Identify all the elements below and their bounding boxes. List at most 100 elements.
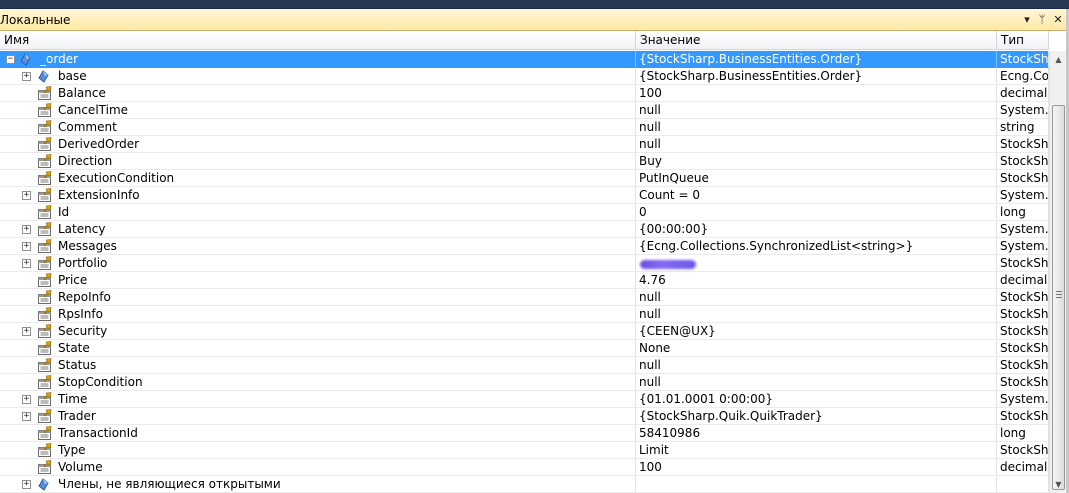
pin-icon[interactable]: ᛘ xyxy=(1035,12,1049,27)
table-row[interactable]: Status nullStockSha xyxy=(0,357,1049,374)
name-cell[interactable]: + Члены, не являющиеся открытыми xyxy=(0,476,636,493)
expand-icon[interactable]: + xyxy=(22,412,31,421)
value-cell[interactable]: {StockSharp.BusinessEntities.Order} xyxy=(636,68,997,85)
table-row[interactable]: Comment null string xyxy=(0,119,1049,136)
value-cell[interactable]: null xyxy=(636,119,997,136)
value-cell[interactable]: {StockSharp.BusinessEntities.Order} xyxy=(636,51,997,68)
table-row[interactable]: + Latency {00:00:00}System.T xyxy=(0,221,1049,238)
name-cell[interactable]: DerivedOrder xyxy=(0,136,636,153)
table-row[interactable]: CancelTime nullSystem.D xyxy=(0,102,1049,119)
name-cell[interactable]: + Portfolio xyxy=(0,255,636,272)
table-row[interactable]: + Trader {StockSharp.Quik.QuikTrader} Stock… xyxy=(0,408,1049,425)
name-cell[interactable]: State xyxy=(0,340,636,357)
name-cell[interactable]: Id xyxy=(0,204,636,221)
table-row[interactable]: + Security {CEEN@UX}StockSha xyxy=(0,323,1049,340)
value-cell[interactable]: null xyxy=(636,102,997,119)
name-cell[interactable]: + Trader xyxy=(0,408,636,425)
name-cell[interactable]: Balance xyxy=(0,85,636,102)
table-row[interactable]: Price 4.76 decimal xyxy=(0,272,1049,289)
value-cell[interactable]: 100 xyxy=(636,459,997,476)
name-cell[interactable]: Price xyxy=(0,272,636,289)
name-cell[interactable]: + base xyxy=(0,68,636,85)
table-row[interactable]: Volume 100 decimal xyxy=(0,459,1049,476)
table-row[interactable]: + Portfolio StockSha xyxy=(0,255,1049,272)
table-row[interactable]: − _order {StockSharp.BusinessEntities.Orde… xyxy=(0,51,1049,68)
collapse-icon[interactable]: − xyxy=(6,55,15,64)
name-cell[interactable]: CancelTime xyxy=(0,102,636,119)
table-row[interactable]: StopCondition nullStockSha xyxy=(0,374,1049,391)
table-row[interactable]: ExecutionCondition PutInQueueStockSha xyxy=(0,170,1049,187)
table-row[interactable]: + Messages {Ecng.Collections.SynchronizedL… xyxy=(0,238,1049,255)
table-row[interactable]: DerivedOrder nullStockSha xyxy=(0,136,1049,153)
column-header-name[interactable]: Имя xyxy=(0,31,636,50)
expand-icon[interactable]: + xyxy=(22,480,31,489)
table-row[interactable]: + Time {01.01.0001 0:00:00}System.D xyxy=(0,391,1049,408)
vertical-scrollbar[interactable]: ▲ ▼ xyxy=(1049,51,1066,493)
expand-icon[interactable]: + xyxy=(22,242,31,251)
table-row[interactable]: + Члены, не являющиеся открытыми xyxy=(0,476,1049,493)
name-cell[interactable]: + Messages xyxy=(0,238,636,255)
table-row[interactable]: Type LimitStockSha xyxy=(0,442,1049,459)
table-row[interactable]: State NoneStockSha xyxy=(0,340,1049,357)
name-cell[interactable]: + ExtensionInfo xyxy=(0,187,636,204)
name-cell[interactable]: TransactionId xyxy=(0,425,636,442)
table-row[interactable]: Direction BuyStockSha xyxy=(0,153,1049,170)
type-cell: long xyxy=(997,204,1049,221)
table-row[interactable]: RpsInfo nullStockSha xyxy=(0,306,1049,323)
value-cell[interactable]: null xyxy=(636,136,997,153)
name-cell[interactable]: Status xyxy=(0,357,636,374)
column-header-value[interactable]: Значение xyxy=(636,31,997,50)
name-cell[interactable]: + Time xyxy=(0,391,636,408)
expand-icon[interactable]: + xyxy=(22,225,31,234)
column-header-type[interactable]: Тип xyxy=(997,31,1049,50)
value-cell[interactable]: Buy xyxy=(636,153,997,170)
value-cell[interactable]: 0 xyxy=(636,204,997,221)
table-row[interactable]: TransactionId 58410986 long xyxy=(0,425,1049,442)
dropdown-icon[interactable]: ▾ xyxy=(1020,12,1034,27)
type-cell: Ecng.Co xyxy=(997,68,1049,85)
value-cell[interactable] xyxy=(636,476,997,493)
expand-icon[interactable]: + xyxy=(22,259,31,268)
name-cell[interactable]: + Security xyxy=(0,323,636,340)
value-cell[interactable]: {StockSharp.Quik.QuikTrader} xyxy=(636,408,997,425)
table-row[interactable]: + ExtensionInfo Count = 0System.C xyxy=(0,187,1049,204)
value-cell[interactable]: {00:00:00} xyxy=(636,221,997,238)
name-cell[interactable]: − _order xyxy=(0,51,636,68)
expand-icon[interactable]: + xyxy=(22,72,31,81)
scroll-thumb[interactable] xyxy=(1052,105,1065,490)
name-cell[interactable]: Comment xyxy=(0,119,636,136)
value-cell[interactable]: 100 xyxy=(636,85,997,102)
scroll-up-icon[interactable]: ▲ xyxy=(1050,51,1067,68)
property-icon xyxy=(37,205,53,220)
name-cell[interactable]: Type xyxy=(0,442,636,459)
name-cell[interactable]: RpsInfo xyxy=(0,306,636,323)
name-cell[interactable]: + Latency xyxy=(0,221,636,238)
name-cell[interactable]: Direction xyxy=(0,153,636,170)
name-cell[interactable]: RepoInfo xyxy=(0,289,636,306)
expand-icon[interactable]: + xyxy=(22,395,31,404)
value-cell[interactable]: null xyxy=(636,357,997,374)
close-icon[interactable]: ✕ xyxy=(1051,12,1065,27)
value-cell[interactable]: null xyxy=(636,306,997,323)
value-cell[interactable]: Limit xyxy=(636,442,997,459)
value-cell[interactable]: PutInQueue xyxy=(636,170,997,187)
expand-icon[interactable]: + xyxy=(22,327,31,336)
name-cell[interactable]: ExecutionCondition xyxy=(0,170,636,187)
table-row[interactable]: Balance 100 decimal xyxy=(0,85,1049,102)
value-cell[interactable]: Count = 0 xyxy=(636,187,997,204)
table-row[interactable]: RepoInfo nullStockSha xyxy=(0,289,1049,306)
table-row[interactable]: Id 0 long xyxy=(0,204,1049,221)
expand-icon[interactable]: + xyxy=(22,191,31,200)
name-cell[interactable]: StopCondition xyxy=(0,374,636,391)
value-cell[interactable]: {01.01.0001 0:00:00} xyxy=(636,391,997,408)
value-cell[interactable]: 4.76 xyxy=(636,272,997,289)
value-cell[interactable]: null xyxy=(636,289,997,306)
value-cell[interactable]: {Ecng.Collections.SynchronizedList<strin… xyxy=(636,238,997,255)
value-cell[interactable]: null xyxy=(636,374,997,391)
table-row[interactable]: + base {StockSharp.BusinessEntities.Order}… xyxy=(0,68,1049,85)
value-cell[interactable]: {CEEN@UX} xyxy=(636,323,997,340)
name-cell[interactable]: Volume xyxy=(0,459,636,476)
value-cell[interactable]: None xyxy=(636,340,997,357)
scroll-down-icon[interactable]: ▼ xyxy=(1050,476,1067,493)
value-cell[interactable]: 58410986 xyxy=(636,425,997,442)
